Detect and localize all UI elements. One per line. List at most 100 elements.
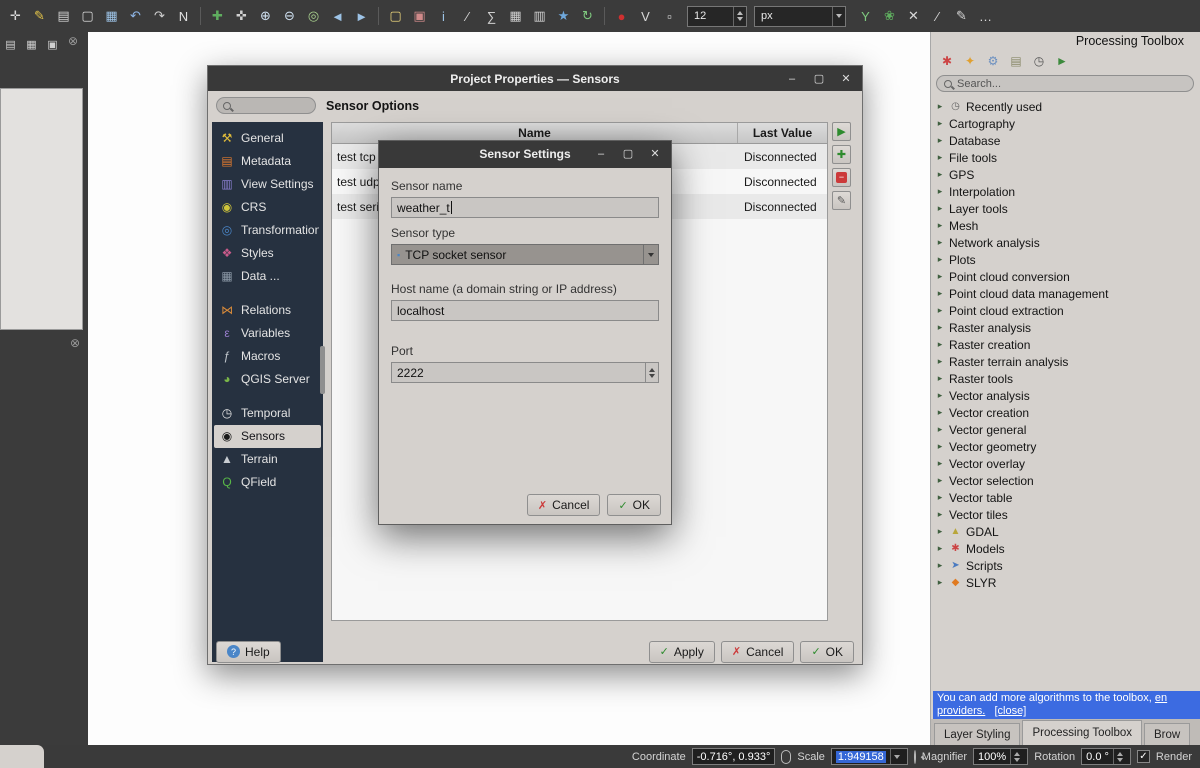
minimize-icon[interactable]: – [786, 73, 798, 85]
maximize-icon[interactable]: ▢ [622, 147, 634, 160]
tree-category[interactable]: ▸ Plots [935, 251, 1199, 268]
column-last-value[interactable]: Last Value [738, 123, 827, 143]
expand-arrow-icon[interactable]: ▸ [935, 203, 945, 214]
tree-category[interactable]: ▸ Raster analysis [935, 319, 1199, 336]
sidebar-item[interactable]: ƒ Macros [214, 345, 321, 368]
sidebar-item[interactable]: ◉ CRS [214, 196, 321, 219]
expand-arrow-icon[interactable]: ▸ [935, 356, 945, 367]
render-checkbox[interactable]: ✓ [1137, 750, 1150, 763]
identify-features-icon[interactable]: i [433, 6, 454, 27]
tree-category[interactable]: ▸ ▲ GDAL [935, 523, 1199, 540]
sidebar-item[interactable]: ▲ Terrain [214, 448, 321, 471]
tree-category[interactable]: ▸ Mesh [935, 217, 1199, 234]
sidebar-item[interactable]: ▦ Data ... [214, 265, 321, 288]
sidebar-item[interactable]: ◷ Temporal [214, 402, 321, 425]
edit-features-inplace-icon[interactable]: ► [1054, 53, 1070, 69]
font-size-spinner[interactable] [733, 7, 746, 26]
statusbar-left-tab[interactable] [0, 745, 44, 768]
scale-combobox[interactable]: 1:949158 [831, 748, 908, 765]
settings-search-input[interactable] [216, 97, 316, 114]
tree-category[interactable]: ▸ Vector general [935, 421, 1199, 438]
models-icon[interactable]: ✱ [939, 53, 955, 69]
zoom-next-icon[interactable]: ► [351, 6, 372, 27]
sidebar-item[interactable]: ◎ Transformations [214, 219, 321, 242]
help-button[interactable]: ? Help [216, 641, 281, 663]
dialog-titlebar[interactable]: Project Properties — Sensors – ▢ ✕ [208, 66, 862, 91]
sidebar-item[interactable]: ε Variables [214, 322, 321, 345]
python-console-icon[interactable]: ● [611, 6, 632, 27]
expand-arrow-icon[interactable]: ▸ [935, 543, 945, 554]
port-spinner[interactable]: 2222 [391, 362, 659, 383]
zoom-out-icon[interactable]: ⊖ [279, 6, 300, 27]
sidebar-item[interactable]: ▤ Metadata [214, 150, 321, 173]
rotation-spinner[interactable]: 0.0 ° [1081, 748, 1131, 765]
tree-category[interactable]: ▸ Raster tools [935, 370, 1199, 387]
history-icon[interactable]: ◷ [1031, 53, 1047, 69]
tree-category[interactable]: ▸ Vector table [935, 489, 1199, 506]
expand-arrow-icon[interactable]: ▸ [935, 441, 945, 452]
edit-sensor-button[interactable]: ✎ [832, 191, 851, 210]
redo-icon[interactable]: ↷ [149, 6, 170, 27]
expand-arrow-icon[interactable]: ▸ [935, 169, 945, 180]
expand-arrow-icon[interactable]: ▸ [935, 322, 945, 333]
start-sensors-button[interactable]: ▶ [832, 122, 851, 141]
close-panel-icon[interactable]: ⊗ [68, 336, 82, 350]
expand-arrow-icon[interactable]: ▸ [935, 305, 945, 316]
north-arrow-icon[interactable]: N [173, 6, 194, 27]
edit-label-icon[interactable]: ✎ [951, 6, 972, 27]
expand-arrow-icon[interactable]: ▸ [935, 135, 945, 146]
vertex-tool-icon[interactable]: ✜ [231, 6, 252, 27]
sidebar-item[interactable]: ❖ Styles [214, 242, 321, 265]
zoom-in-icon[interactable]: ⊕ [255, 6, 276, 27]
tree-category[interactable]: ▸ Cartography [935, 115, 1199, 132]
wrench-icon[interactable]: ✦ [962, 53, 978, 69]
label-anchor-icon[interactable]: Y [855, 6, 876, 27]
open-project-icon[interactable]: ▦ [101, 6, 122, 27]
expand-arrow-icon[interactable]: ▸ [935, 577, 945, 588]
sidebar-item[interactable]: ⚒ General [214, 127, 321, 150]
tree-category[interactable]: ▸ Vector selection [935, 472, 1199, 489]
label-toolbar-icon[interactable]: V [635, 6, 656, 27]
tree-category[interactable]: ▸ GPS [935, 166, 1199, 183]
pan-map-icon[interactable]: ✛ [5, 6, 26, 27]
dock-tab[interactable]: Brow [1144, 723, 1190, 745]
unit-dropdown-arrow[interactable] [832, 7, 845, 26]
sidebar-item[interactable]: ◉ Sensors [214, 425, 321, 448]
minimize-icon[interactable]: – [595, 148, 607, 160]
expand-arrow-icon[interactable]: ▸ [935, 118, 945, 129]
expand-arrow-icon[interactable]: ▸ [935, 475, 945, 486]
dock-tab[interactable]: Layer Styling [934, 723, 1020, 745]
expand-arrow-icon[interactable]: ▸ [935, 560, 945, 571]
measure-line-icon[interactable]: ∕ [457, 6, 478, 27]
ok-button[interactable]: ✓ OK [800, 641, 854, 663]
statistical-summary-icon[interactable]: ∑ [481, 6, 502, 27]
separator[interactable] [604, 7, 605, 25]
expand-arrow-icon[interactable]: ▸ [935, 101, 945, 112]
separator[interactable] [378, 7, 379, 25]
tree-category[interactable]: ▸ Raster terrain analysis [935, 353, 1199, 370]
expand-arrow-icon[interactable]: ▸ [935, 492, 945, 503]
field-calculator-icon[interactable]: ▥ [529, 6, 550, 27]
cancel-button[interactable]: ✗ Cancel [527, 494, 601, 516]
results-viewer-icon[interactable]: ▤ [1008, 53, 1024, 69]
zoom-full-extent-icon[interactable]: ◎ [303, 6, 324, 27]
more-tools-icon[interactable]: … [975, 6, 996, 27]
label-font-size-input[interactable]: 12 [687, 6, 747, 27]
sidebar-item[interactable]: ▥ View Settings [214, 173, 321, 196]
enable-providers-link[interactable]: en [1155, 692, 1167, 704]
undo-icon[interactable]: ↶ [125, 6, 146, 27]
toolbox-search-input[interactable]: Search... [936, 75, 1194, 92]
apply-button[interactable]: ✓ Apply [649, 641, 715, 663]
separator[interactable] [200, 7, 201, 25]
providers-link[interactable]: providers. [937, 705, 985, 717]
close-icon[interactable]: ✕ [649, 147, 661, 160]
dock-tab[interactable]: Processing Toolbox [1022, 720, 1142, 745]
rotation-spin-arrows[interactable] [1113, 749, 1126, 764]
cancel-button[interactable]: ✗ Cancel [721, 641, 795, 663]
close-panel-icon[interactable]: ⊗ [66, 34, 80, 48]
expand-arrow-icon[interactable]: ▸ [935, 339, 945, 350]
expand-arrow-icon[interactable]: ▸ [935, 237, 945, 248]
zoom-last-icon[interactable]: ◄ [327, 6, 348, 27]
tree-category[interactable]: ▸ Network analysis [935, 234, 1199, 251]
expand-arrow-icon[interactable]: ▸ [935, 458, 945, 469]
